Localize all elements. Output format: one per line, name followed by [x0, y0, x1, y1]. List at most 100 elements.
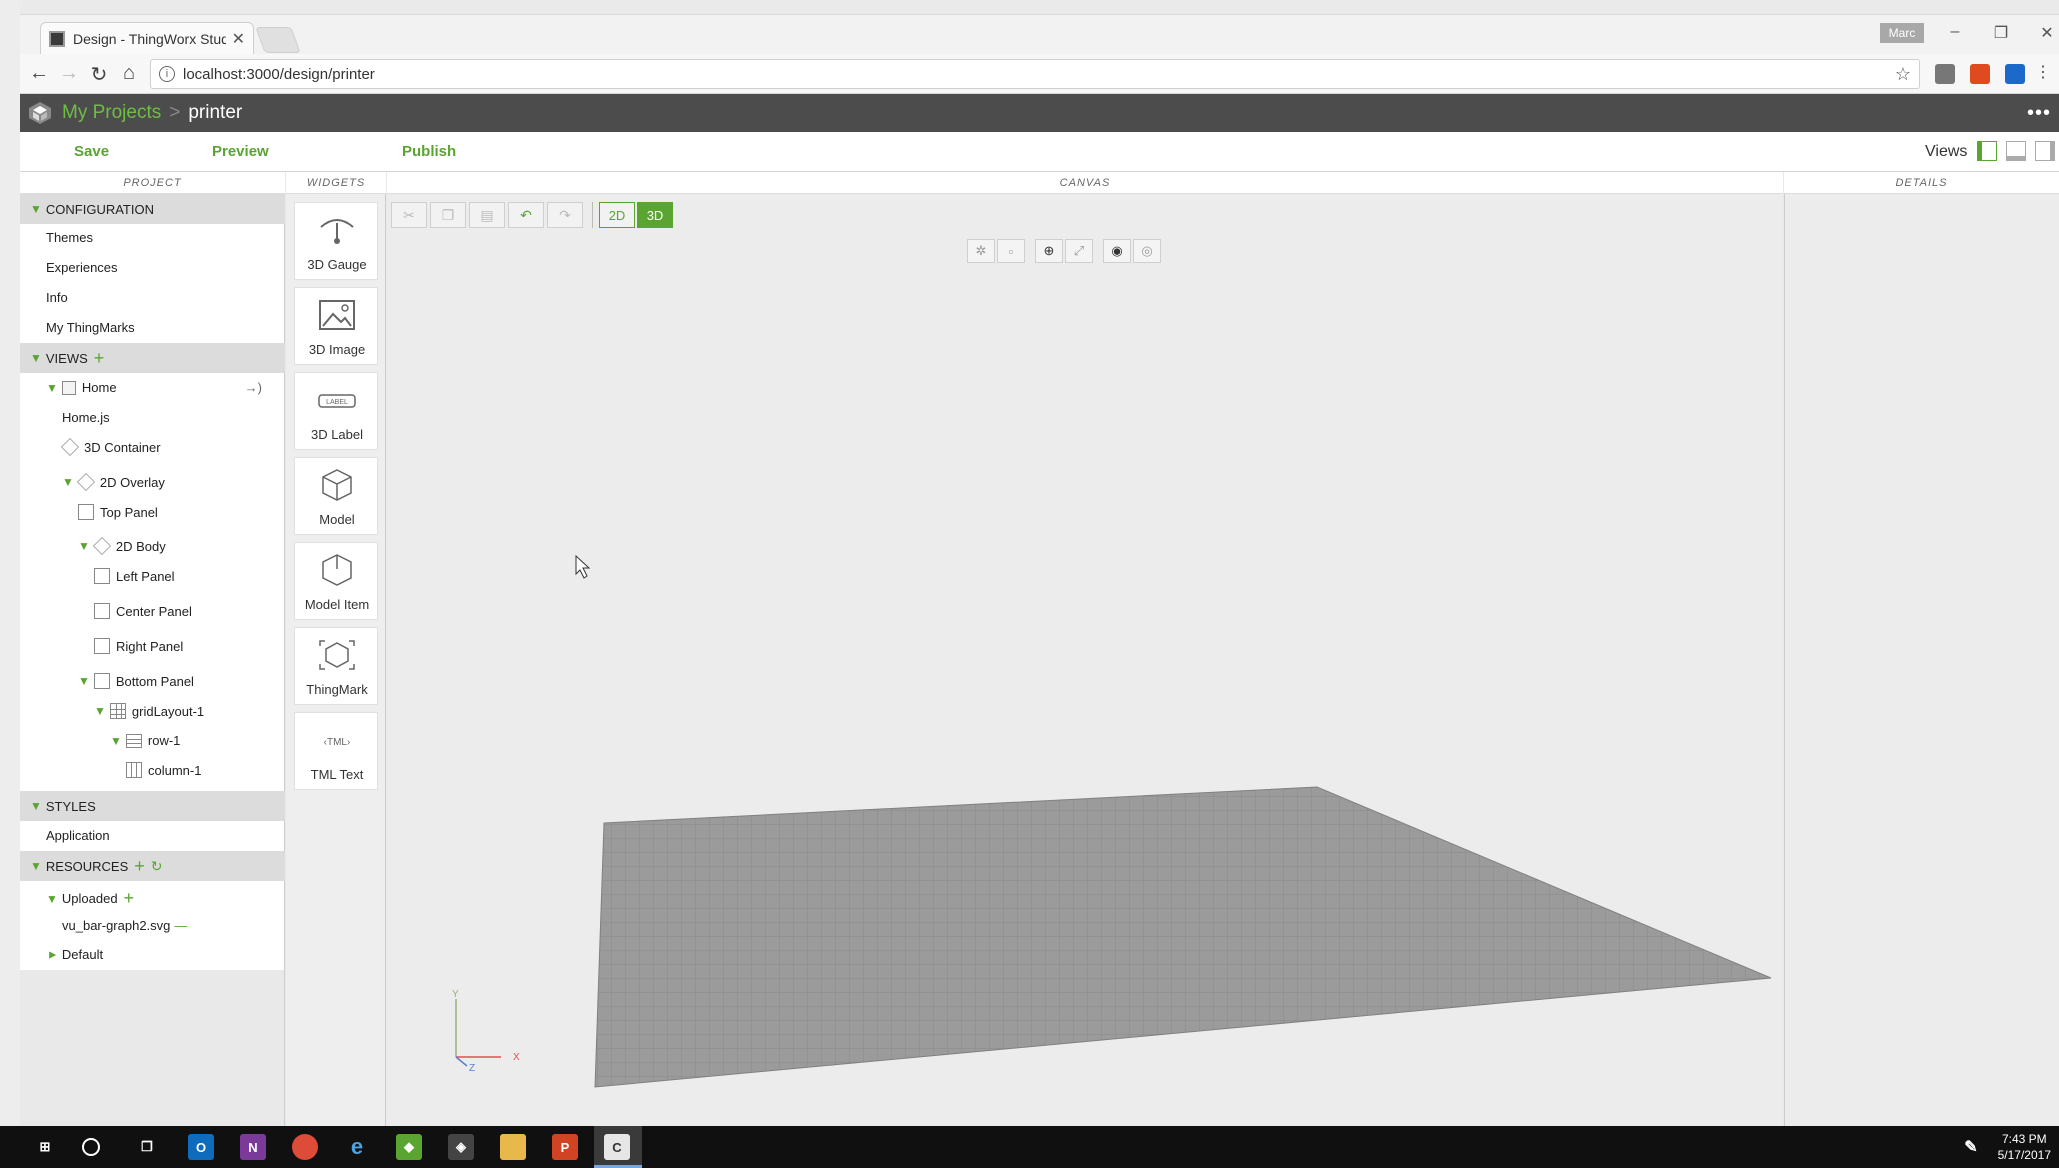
view-bottom-panel-icon[interactable] — [2006, 141, 2026, 161]
user-profile-badge[interactable]: Marc — [1880, 23, 1924, 43]
config-item-experiences[interactable]: Experiences — [46, 260, 118, 275]
chrome-icon[interactable] — [292, 1134, 318, 1160]
config-item-info[interactable]: Info — [46, 290, 68, 305]
chevron-down-icon[interactable]: ▼ — [30, 202, 42, 216]
windows-start-icon[interactable]: ⊞ — [32, 1134, 58, 1160]
tree-item-right-panel[interactable]: Right Panel — [94, 638, 183, 654]
camtasia-icon[interactable]: C — [604, 1134, 630, 1160]
tree-item-grid-layout[interactable]: ▼ gridLayout-1 — [94, 703, 204, 719]
powerpoint-icon[interactable]: P — [552, 1134, 578, 1160]
chevron-down-icon[interactable]: ▼ — [30, 859, 42, 873]
upload-resource-icon[interactable]: + — [124, 888, 135, 909]
thingworx-green-app-icon[interactable]: ◆ — [396, 1134, 422, 1160]
forward-button[interactable]: → — [56, 62, 82, 85]
add-resource-icon[interactable]: + — [134, 856, 145, 877]
add-view-icon[interactable]: + — [94, 348, 105, 369]
mode-3d-button[interactable]: 3D — [637, 202, 673, 228]
save-button[interactable]: Save — [74, 143, 109, 160]
chevron-down-icon[interactable]: ▼ — [110, 734, 122, 748]
reload-button[interactable]: ↻ — [86, 62, 112, 87]
internet-explorer-icon[interactable]: e — [344, 1134, 370, 1160]
tree-item-column[interactable]: column-1 — [126, 762, 201, 778]
widget-3d-image[interactable]: 3D Image — [294, 287, 378, 365]
zoom-selected-icon[interactable]: ⤢ — [1065, 239, 1093, 263]
outlook-icon[interactable]: O — [188, 1134, 214, 1160]
navigate-view-icon[interactable]: →) — [245, 380, 262, 395]
section-styles[interactable]: ▼ STYLES — [20, 791, 285, 821]
breadcrumb-my-projects[interactable]: My Projects — [62, 102, 161, 124]
widget-model-item[interactable]: Model Item — [294, 542, 378, 620]
chevron-down-icon[interactable]: ▼ — [30, 351, 42, 365]
tree-item-3d-container[interactable]: 3D Container — [60, 437, 161, 457]
remove-resource-icon[interactable]: — — [174, 918, 187, 933]
show-icon[interactable]: ◎ — [1133, 239, 1161, 263]
bookmark-star-icon[interactable]: ☆ — [1895, 64, 1911, 85]
resource-file-item[interactable]: vu_bar-graph2.svg — — [62, 918, 187, 933]
copy-icon[interactable]: ❐ — [430, 202, 466, 228]
chevron-down-icon[interactable]: ▼ — [78, 539, 90, 553]
chevron-down-icon[interactable]: ▼ — [46, 892, 58, 906]
chevron-down-icon[interactable]: ▼ — [78, 674, 90, 688]
thingworx-studio-icon[interactable]: ◈ — [448, 1134, 474, 1160]
file-explorer-icon[interactable] — [500, 1134, 526, 1160]
url-field[interactable]: i localhost:3000/design/printer ☆ — [150, 59, 1920, 89]
mode-2d-button[interactable]: 2D — [599, 202, 635, 228]
widget-thingmark[interactable]: ThingMark — [294, 627, 378, 705]
window-minimize-button[interactable]: – — [1940, 23, 1970, 41]
taskbar-clock[interactable]: 7:43 PM 5/17/2017 — [1998, 1131, 2051, 1163]
thingworx-logo-icon[interactable] — [28, 101, 52, 125]
cut-icon[interactable]: ✂ — [391, 202, 427, 228]
undo-icon[interactable]: ↶ — [508, 202, 544, 228]
tree-item-bottom-panel[interactable]: ▼ Bottom Panel — [78, 673, 194, 689]
chevron-right-icon[interactable]: ▼ — [45, 949, 59, 961]
browser-menu-icon[interactable]: ⋮ — [2030, 62, 2056, 82]
task-view-icon[interactable]: ❒ — [134, 1134, 160, 1160]
refresh-resources-icon[interactable]: ↻ — [151, 858, 163, 875]
view-right-panel-icon[interactable] — [2035, 141, 2055, 161]
chevron-down-icon[interactable]: ▼ — [94, 704, 106, 718]
onenote-icon[interactable]: N — [240, 1134, 266, 1160]
tree-item-top-panel[interactable]: Top Panel — [78, 504, 158, 520]
tab-close-icon[interactable]: ✕ — [232, 29, 245, 49]
frame-icon[interactable]: ▫ — [997, 239, 1025, 263]
preview-button[interactable]: Preview — [212, 143, 269, 160]
cortana-search-icon[interactable] — [82, 1138, 100, 1156]
browser-tab-design[interactable]: Design - ThingWorx Studio ✕ — [40, 22, 254, 55]
canvas-area[interactable]: ✂ ❐ ▤ ↶ ↷ 2D 3D ✲ ▫ ⊕ ⤢ ◉ ◎ Y X Z — [387, 194, 1783, 1126]
tree-item-left-panel[interactable]: Left Panel — [94, 568, 175, 584]
widget-3d-gauge[interactable]: 3D Gauge — [294, 202, 378, 280]
widget-3d-label[interactable]: LABEL 3D Label — [294, 372, 378, 450]
section-resources[interactable]: ▼ RESOURCES + ↻ — [20, 851, 285, 881]
section-views[interactable]: ▼ VIEWS + — [20, 343, 285, 373]
pen-tray-icon[interactable]: ✎ — [1958, 1134, 1984, 1160]
snowflake-extension-icon[interactable] — [2005, 64, 2025, 84]
settings-icon[interactable]: ✲ — [967, 239, 995, 263]
redo-icon[interactable]: ↷ — [547, 202, 583, 228]
hide-icon[interactable]: ◉ — [1103, 239, 1131, 263]
chevron-down-icon[interactable]: ▼ — [46, 381, 58, 395]
config-item-my-thingmarks[interactable]: My ThingMarks — [46, 320, 135, 335]
site-info-icon[interactable]: i — [159, 66, 175, 82]
widget-model[interactable]: Model — [294, 457, 378, 535]
chevron-down-icon[interactable]: ▼ — [30, 799, 42, 813]
config-item-themes[interactable]: Themes — [46, 230, 93, 245]
more-options-icon[interactable]: ••• — [2027, 102, 2051, 125]
tree-item-2d-overlay[interactable]: ▼ 2D Overlay — [62, 472, 165, 492]
publish-button[interactable]: Publish — [402, 143, 456, 160]
chevron-down-icon[interactable]: ▼ — [62, 475, 74, 489]
home-button[interactable]: ⌂ — [116, 62, 142, 85]
back-button[interactable]: ← — [26, 62, 52, 85]
window-restore-button[interactable]: ❐ — [1986, 23, 2016, 43]
window-close-button[interactable]: ✕ — [2032, 23, 2059, 43]
styles-item-application[interactable]: Application — [46, 828, 110, 843]
office-extension-icon[interactable] — [1970, 64, 1990, 84]
tree-item-home-js[interactable]: Home.js — [62, 410, 110, 425]
section-configuration[interactable]: ▼ CONFIGURATION — [20, 194, 285, 224]
paste-icon[interactable]: ▤ — [469, 202, 505, 228]
new-tab-button[interactable] — [255, 27, 301, 53]
tree-item-center-panel[interactable]: Center Panel — [94, 603, 192, 619]
widget-tml-text[interactable]: ‹TML› TML Text — [294, 712, 378, 790]
tree-item-2d-body[interactable]: ▼ 2D Body — [78, 536, 166, 556]
resource-folder-uploaded[interactable]: ▼ Uploaded + — [46, 888, 134, 909]
extension-icon[interactable] — [1935, 64, 1955, 84]
